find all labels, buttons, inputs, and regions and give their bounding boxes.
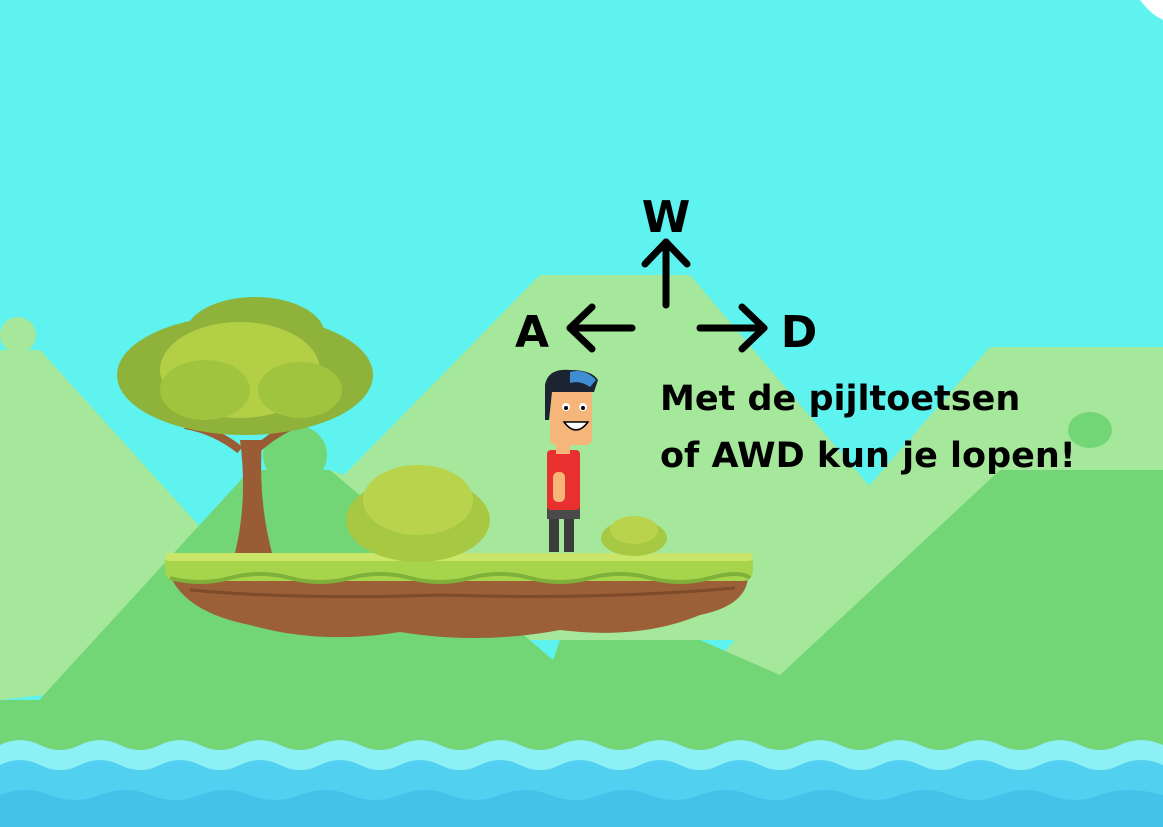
- game-scene: W A D Met de pijltoetsen of AWD kun je l…: [0, 0, 1163, 827]
- hint-text-line-1: Met de pijltoetsen: [660, 379, 1020, 419]
- hint-text-line-2: of AWD kun je lopen!: [660, 436, 1076, 476]
- floating-island: [165, 553, 753, 639]
- key-label-w: W: [642, 192, 691, 243]
- key-label-a: A: [515, 307, 549, 358]
- water: [0, 740, 1163, 827]
- key-label-d: D: [781, 307, 818, 358]
